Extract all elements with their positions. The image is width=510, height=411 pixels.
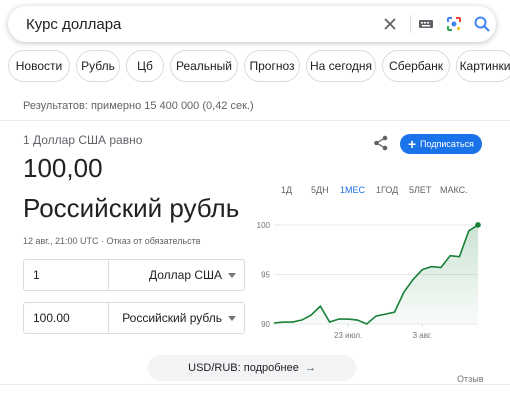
to-amount-input[interactable]: 100.00 — [33, 311, 70, 325]
search-bar[interactable]: Курс доллара — [8, 6, 496, 42]
field-separator — [108, 303, 109, 333]
share-icon[interactable] — [372, 134, 390, 152]
dropdown-arrow-icon[interactable] — [228, 273, 236, 278]
chip-cb[interactable]: Цб — [126, 50, 164, 82]
more-details-label: USD/RUB: подробнее — [188, 362, 299, 374]
x-tick-label: 3 авг. — [413, 331, 433, 340]
to-currency-select[interactable]: Российский рубль — [122, 311, 222, 325]
range-5d[interactable]: 5ДН — [311, 185, 329, 195]
keyboard-icon[interactable] — [417, 15, 435, 33]
time-range-tabs: 1Д 5ДН 1МЕС 1ГОД 5ЛЕТ МАКС. — [270, 185, 490, 201]
chip-images[interactable]: Картинки — [456, 50, 510, 82]
chip-forecast[interactable]: Прогноз — [244, 50, 300, 82]
results-count: Результатов: примерно 15 400 000 (0,42 с… — [23, 100, 254, 112]
range-1m[interactable]: 1МЕС — [340, 185, 365, 195]
chip-news[interactable]: Новости — [8, 50, 70, 82]
from-currency-row: 1 Доллар США — [23, 259, 245, 291]
search-input[interactable]: Курс доллара — [26, 16, 121, 33]
from-currency-select[interactable]: Доллар США — [149, 268, 222, 282]
chart-svg: 100 95 90 23 июл. 3 авг. — [257, 221, 481, 340]
plus-icon: + — [408, 136, 417, 152]
arrow-right-icon: → — [304, 362, 316, 374]
subscribe-label: Подписаться — [420, 139, 474, 149]
filter-chips: Новости Рубль Цб Реальный Прогноз На сег… — [8, 50, 510, 82]
dropdown-arrow-icon[interactable] — [228, 316, 236, 321]
search-icon[interactable] — [472, 14, 492, 34]
divider — [0, 120, 510, 121]
range-max[interactable]: МАКС. — [440, 185, 468, 195]
field-separator — [108, 260, 109, 290]
chip-real[interactable]: Реальный — [170, 50, 238, 82]
exchange-rate-chart: 100 95 90 23 июл. 3 авг. — [250, 210, 490, 350]
feedback-link[interactable]: Отзыв — [457, 374, 484, 384]
chip-today[interactable]: На сегодня — [306, 50, 376, 82]
lens-icon[interactable] — [444, 14, 464, 34]
range-1d[interactable]: 1Д — [281, 185, 292, 195]
search-bar-divider — [410, 15, 411, 33]
x-tick-label: 23 июл. — [334, 331, 362, 340]
converted-amount: 100,00 — [23, 153, 103, 183]
rate-timestamp: 12 авг., 21:00 UTC · Отказ от обязательс… — [23, 236, 201, 246]
to-currency-row: 100.00 Российский рубль — [23, 302, 245, 334]
range-5y[interactable]: 5ЛЕТ — [409, 185, 431, 195]
target-currency-name: Российский рубль — [23, 193, 240, 223]
last-point-marker — [475, 222, 481, 228]
from-amount-input[interactable]: 1 — [33, 268, 40, 282]
chip-ruble[interactable]: Рубль — [76, 50, 120, 82]
close-icon[interactable] — [380, 14, 400, 34]
y-tick-label: 100 — [257, 221, 271, 230]
subscribe-button[interactable]: + Подписаться — [400, 134, 482, 154]
y-tick-label: 90 — [261, 320, 270, 329]
y-tick-label: 95 — [261, 270, 270, 279]
bottom-divider — [0, 384, 510, 385]
more-details-button[interactable]: USD/RUB: подробнее → — [148, 355, 356, 381]
chip-sberbank[interactable]: Сбербанк — [382, 50, 450, 82]
range-1y[interactable]: 1ГОД — [376, 185, 398, 195]
converter-pre-title: 1 Доллар США равно — [23, 133, 143, 147]
